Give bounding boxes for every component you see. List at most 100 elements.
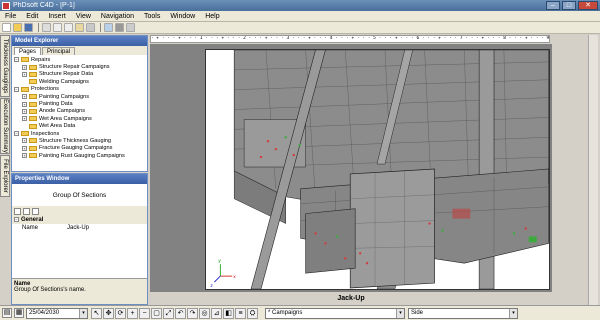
tree-item[interactable]: + Painting Data — [14, 100, 147, 107]
tree-item[interactable]: + Structure Repair Campaigns — [14, 63, 147, 70]
alphabetical-icon[interactable] — [23, 207, 30, 215]
collapse-icon[interactable]: − — [14, 217, 19, 222]
menu-window[interactable]: Window — [165, 13, 200, 20]
tree-expander-icon[interactable]: + — [22, 153, 27, 159]
cut-icon[interactable] — [53, 23, 62, 32]
layer-icon[interactable]: ≡ — [235, 307, 246, 319]
tree-item-label: Wet Area Data — [39, 123, 76, 130]
tree-item[interactable]: − Inspections — [14, 130, 147, 137]
fit-icon[interactable]: ◎ — [199, 307, 210, 319]
menu-navigation[interactable]: Navigation — [96, 13, 139, 20]
tree-expander-icon[interactable]: − — [14, 131, 19, 137]
tab-pages[interactable]: Pages — [14, 47, 42, 55]
save-icon[interactable] — [24, 23, 33, 32]
date-field[interactable]: 25/04/2030 ▾ — [26, 307, 88, 319]
edit-icon[interactable] — [86, 23, 95, 32]
tree-item-label: Protections — [31, 86, 59, 93]
tree-item[interactable]: + Fracture Gauging Campaigns — [14, 145, 147, 152]
model-explorer-panel: Model Explorer Pages Principal − Repairs +… — [11, 35, 148, 172]
tree-item[interactable]: + Wet Area Campaigns — [14, 115, 147, 122]
horizontal-ruler: · + · · · + · · · 1 · · · + · · · 2 · · … — [150, 35, 550, 43]
menu-tools[interactable]: Tools — [139, 13, 165, 20]
tree-item[interactable]: + Painting Campaigns — [14, 93, 147, 100]
select-icon[interactable]: ↖ — [91, 307, 102, 319]
tree-expander-icon[interactable]: + — [22, 108, 27, 114]
tree-expander-icon[interactable]: − — [14, 86, 19, 92]
tree-expander-icon[interactable]: + — [22, 116, 27, 122]
measure-icon[interactable]: ⊿ — [211, 307, 222, 319]
tab-file-explorer[interactable]: File Explorer — [0, 155, 10, 197]
tree-expander-icon[interactable]: + — [22, 94, 27, 100]
chevron-down-icon[interactable]: ▾ — [396, 308, 404, 318]
menu-view[interactable]: View — [71, 13, 96, 20]
rotate-icon[interactable]: ⟳ — [115, 307, 126, 319]
pan-icon[interactable]: ✥ — [103, 307, 114, 319]
calendar-dropdown-icon[interactable]: ▾ — [79, 308, 87, 318]
structure-render: x y z — [210, 50, 549, 289]
tiles-icon[interactable]: ▦ — [14, 308, 24, 318]
categorized-icon[interactable] — [14, 207, 21, 215]
grid-icon[interactable] — [126, 23, 135, 32]
toolbar-separator — [38, 23, 39, 32]
zoom-out-icon[interactable]: − — [139, 307, 150, 319]
tab-execution-summary[interactable]: Execution Summary — [0, 98, 10, 154]
menu-edit[interactable]: Edit — [21, 13, 43, 20]
vertical-scrollbar[interactable] — [588, 35, 598, 305]
minimize-button[interactable]: – — [546, 1, 560, 10]
tree-expander-icon[interactable]: − — [14, 57, 19, 63]
open-icon[interactable] — [13, 23, 22, 32]
tab-thickness-gaugings[interactable]: Thickness Gaugings — [0, 35, 10, 97]
close-button[interactable]: ✕ — [578, 1, 598, 10]
title-bar: PhDsoft C4D - [P-1] – □ ✕ — [0, 0, 600, 11]
tree-expander-icon[interactable]: + — [22, 138, 27, 144]
tree-item[interactable]: Welding Campaigns — [14, 78, 147, 85]
property-section[interactable]: − General — [12, 216, 147, 224]
campaign-select[interactable]: * Campaigns ▾ — [265, 307, 405, 319]
folder-icon — [21, 57, 29, 63]
tree-expander-icon[interactable]: + — [22, 101, 27, 107]
properties-toolbar — [12, 206, 147, 216]
tree-item[interactable]: + Structure Thickness Gauging — [14, 137, 147, 144]
folder-icon — [29, 153, 37, 159]
folder-icon — [29, 79, 37, 85]
window-title: PhDsoft C4D - [P-1] — [13, 2, 75, 9]
chevron-down-icon[interactable]: ▾ — [509, 308, 517, 318]
tab-principal[interactable]: Principal — [42, 47, 76, 55]
maximize-button[interactable]: □ — [562, 1, 576, 10]
walk-icon[interactable]: ⛭ — [247, 307, 258, 319]
layout-icon[interactable]: ▤ — [2, 308, 12, 318]
3d-viewport[interactable]: x y z — [205, 49, 550, 290]
redo-view-icon[interactable]: ↷ — [187, 307, 198, 319]
tree-item[interactable]: + Anode Campaigns — [14, 108, 147, 115]
property-pages-icon[interactable] — [32, 207, 39, 215]
section-icon[interactable]: ◧ — [223, 307, 234, 319]
property-value[interactable]: Jack-Up — [67, 224, 89, 232]
zoom-window-icon[interactable]: ▢ — [151, 307, 162, 319]
model-explorer-title: Model Explorer — [12, 36, 147, 46]
menu-file[interactable]: File — [0, 13, 21, 20]
new-icon[interactable] — [2, 23, 11, 32]
menu-help[interactable]: Help — [200, 13, 224, 20]
property-row[interactable]: Name Jack-Up — [12, 224, 147, 232]
zoom-in-icon[interactable]: + — [127, 307, 138, 319]
paste-icon[interactable] — [75, 23, 84, 32]
print-icon[interactable] — [42, 23, 51, 32]
copy-icon[interactable] — [64, 23, 73, 32]
highlight-green — [528, 236, 537, 243]
undo-view-icon[interactable]: ↶ — [175, 307, 186, 319]
tree-item[interactable]: + Painting Rust Gauging Campaigns — [14, 152, 147, 159]
tree-expander-icon[interactable]: + — [22, 145, 27, 151]
tree-expander-icon[interactable]: + — [22, 71, 27, 77]
tree-item[interactable]: + Structure Repair Data — [14, 71, 147, 78]
layers-icon[interactable] — [115, 23, 124, 32]
folder-icon — [21, 86, 29, 92]
menu-insert[interactable]: Insert — [43, 13, 71, 20]
tree-item[interactable]: Wet Area Data — [14, 123, 147, 130]
zoom-extents-icon[interactable]: ⤢ — [163, 307, 174, 319]
tree-item[interactable]: − Protections — [14, 86, 147, 93]
properties-icon[interactable] — [104, 23, 113, 32]
tree-item[interactable]: − Repairs — [14, 56, 147, 63]
view-select[interactable]: Side ▾ — [408, 307, 518, 319]
tree-expander-icon[interactable]: + — [22, 64, 27, 70]
axis-triad: x y z — [210, 259, 236, 289]
